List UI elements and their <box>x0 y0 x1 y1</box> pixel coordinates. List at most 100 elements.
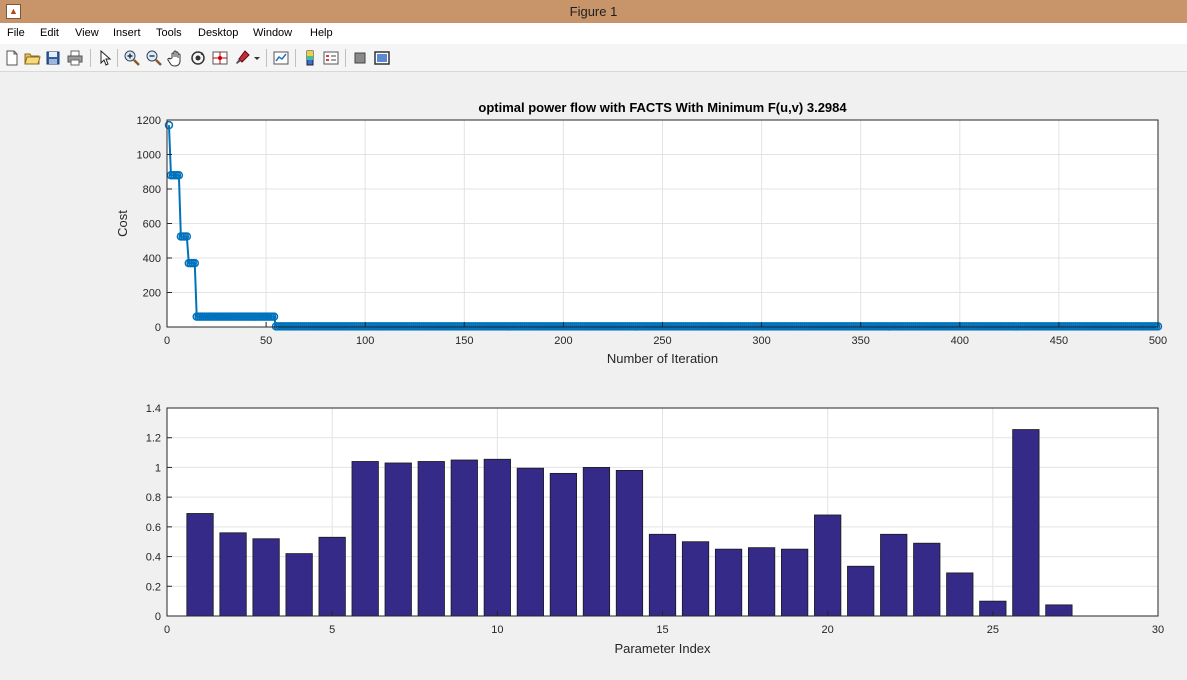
y-tick-label: 1 <box>155 462 161 474</box>
x-tick-label: 20 <box>822 624 834 636</box>
x-tick-label: 15 <box>656 624 668 636</box>
figure-canvas: 0 50 100 150 200 250 300 350 400 450 5000200400600… <box>115 100 1167 656</box>
y-tick-label: 200 <box>143 288 161 300</box>
print-icon[interactable] <box>66 49 84 67</box>
toolbar-separator <box>266 49 267 67</box>
parameter-bar <box>384 462 412 617</box>
cost-axes[interactable]: 0 50 100 150 200 250 300 350 400 450 500 0 200 400 600… <box>115 100 1167 366</box>
y-tick-label: 0.4 <box>146 552 161 564</box>
parameter-bar <box>714 548 743 617</box>
toolbar-separator <box>90 49 91 67</box>
save-icon[interactable] <box>44 49 62 67</box>
toolbar-separator <box>117 49 118 67</box>
parameter-bar <box>880 533 908 617</box>
x-tick-label: 10 <box>491 624 503 636</box>
x-tick-label: 50 <box>260 335 272 347</box>
y-tick-label: 600 <box>143 219 161 231</box>
menu-edit[interactable]: Edit <box>40 27 59 39</box>
zoom-out-icon[interactable] <box>145 49 163 67</box>
y-tick-label: 0.8 <box>146 492 161 504</box>
parameter-bar <box>913 542 941 617</box>
window-titlebar: ▲ Figure 1 <box>0 0 1187 23</box>
parameter-bar <box>483 458 511 617</box>
show-plot-tools-icon[interactable] <box>373 49 391 67</box>
pan-icon[interactable] <box>167 49 185 67</box>
x-tick-label: 150 <box>455 335 473 347</box>
data-cursor-icon[interactable] <box>211 49 229 67</box>
rotate-3d-icon[interactable] <box>189 49 207 67</box>
menu-insert[interactable]: Insert <box>113 27 141 39</box>
y-tick-label: 1000 <box>137 150 161 162</box>
window-title: Figure 1 <box>569 4 618 19</box>
x-tick-label: 100 <box>356 335 374 347</box>
chart-title: optimal power flow with FACTS With Minim… <box>478 100 847 115</box>
new-figure-icon[interactable] <box>3 49 21 67</box>
parameter-bar <box>219 532 247 617</box>
brush-dropdown-icon[interactable] <box>252 49 262 67</box>
parameter-bar <box>186 513 214 617</box>
parameter-bar <box>648 533 677 617</box>
parameter-bar <box>450 459 478 617</box>
x-tick-label: 0 <box>164 624 170 636</box>
zoom-in-icon[interactable] <box>123 49 141 67</box>
y-tick-label: 0.2 <box>146 581 161 593</box>
y-tick-label: 1.2 <box>146 433 161 445</box>
x-tick-label: 30 <box>1152 624 1164 636</box>
x-tick-label: 250 <box>653 335 671 347</box>
y-axis-label: Cost <box>115 210 130 237</box>
x-tick-label: 300 <box>752 335 770 347</box>
parameter-bar <box>681 541 710 617</box>
x-tick-label: 25 <box>987 624 999 636</box>
parameter-bar <box>549 472 578 617</box>
x-tick-label: 500 <box>1149 335 1167 347</box>
menu-view[interactable]: View <box>75 27 99 39</box>
y-tick-label: 400 <box>143 253 161 265</box>
parameter-bar <box>847 565 875 617</box>
x-axis-label: Parameter Index <box>614 641 711 656</box>
parameter-bar <box>1045 604 1073 617</box>
brush-icon[interactable] <box>233 49 251 67</box>
toolbar-separator <box>295 49 296 67</box>
x-axis-label: Number of Iteration <box>607 351 718 366</box>
edit-plot-arrow-icon[interactable] <box>96 49 114 67</box>
y-tick-label: 0.6 <box>146 522 161 534</box>
parameter-bar <box>582 467 611 617</box>
parameter-bar <box>814 514 842 617</box>
figure-toolbar <box>0 44 1187 72</box>
link-plot-icon[interactable] <box>272 49 290 67</box>
parameter-bar <box>1012 429 1040 617</box>
parameter-axes[interactable]: 0 5 10 15 20 25 30 0 0.2 0.4 0.6 0.8 1 1.2 1.4 Paramet… <box>146 403 1164 656</box>
y-tick-label: 1200 <box>137 115 161 127</box>
x-tick-label: 400 <box>951 335 969 347</box>
parameter-bar <box>747 547 776 617</box>
menu-help[interactable]: Help <box>310 27 333 39</box>
y-tick-label: 800 <box>143 184 161 196</box>
parameter-bar <box>781 548 809 617</box>
y-tick-label: 1.4 <box>146 403 161 415</box>
hide-plot-tools-icon[interactable] <box>351 49 369 67</box>
parameter-bar <box>318 536 346 617</box>
menu-bar: File Edit View Insert Tools Desktop Wind… <box>0 23 1187 44</box>
x-tick-label: 0 <box>164 335 170 347</box>
x-tick-label: 5 <box>329 624 335 636</box>
x-tick-label: 200 <box>554 335 572 347</box>
menu-file[interactable]: File <box>7 27 25 39</box>
menu-window[interactable]: Window <box>253 27 292 39</box>
open-file-icon[interactable] <box>23 49 41 67</box>
parameter-bar <box>946 572 974 617</box>
insert-colorbar-icon[interactable] <box>301 49 319 67</box>
parameter-bar <box>417 461 445 617</box>
toolbar-separator <box>345 49 346 67</box>
y-tick-label: 0 <box>155 322 161 334</box>
parameter-bar <box>615 469 644 617</box>
menu-desktop[interactable]: Desktop <box>198 27 238 39</box>
x-tick-label: 350 <box>852 335 870 347</box>
parameter-bar <box>351 461 379 617</box>
parameter-bar <box>285 553 313 617</box>
y-tick-label: 0 <box>155 611 161 623</box>
menu-tools[interactable]: Tools <box>156 27 182 39</box>
x-tick-label: 450 <box>1050 335 1068 347</box>
insert-legend-icon[interactable] <box>322 49 340 67</box>
parameter-bar <box>516 467 544 617</box>
parameter-bar <box>252 538 280 617</box>
